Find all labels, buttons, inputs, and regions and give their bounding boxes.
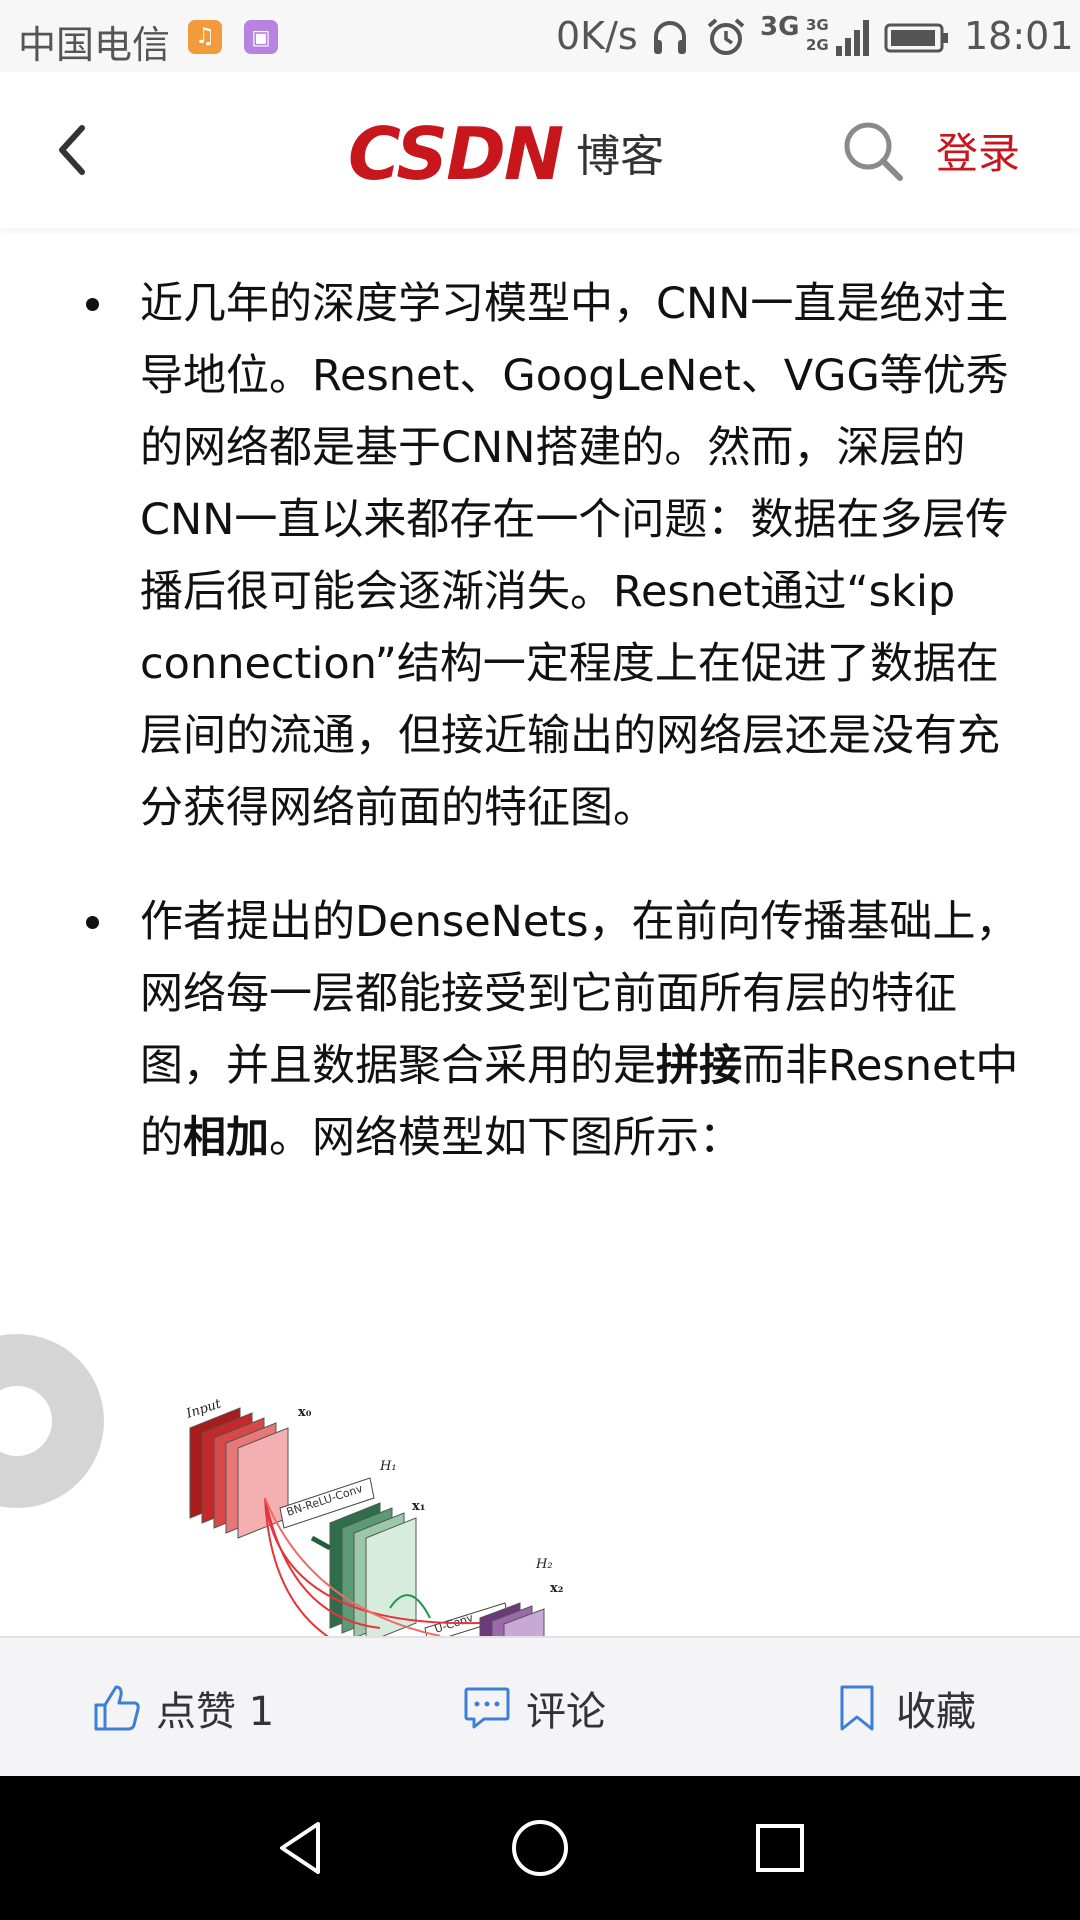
bookmark-icon <box>840 1685 874 1731</box>
network-speed: 0K/s <box>556 14 638 58</box>
h2-label: H₂ <box>535 1557 553 1572</box>
comment-button[interactable]: 评论 <box>462 1678 606 1738</box>
x0-label: x₀ <box>298 1405 312 1420</box>
bullet-dot <box>86 916 99 929</box>
nav-back-icon[interactable] <box>270 1816 334 1880</box>
app-header: CSDN 博客 登录 <box>0 72 1080 228</box>
nav-home-icon[interactable] <box>508 1816 572 1880</box>
comment-label: 评论 <box>526 1689 606 1735</box>
gallery-app-icon: ▣ <box>244 20 278 54</box>
collect-button[interactable]: 收藏 <box>832 1678 976 1738</box>
network-type: 3G <box>760 12 800 42</box>
x1-feature-stack <box>329 1502 417 1636</box>
h1-label: H₁ <box>379 1459 397 1474</box>
back-icon[interactable] <box>48 114 98 186</box>
login-button[interactable]: 登录 <box>936 120 1020 181</box>
logo-suffix: 博客 <box>576 131 665 182</box>
thumbs-up-icon <box>94 1685 140 1731</box>
article-list: 近几年的深度学习模型中，CNN一直是绝对主导地位。Resnet、GoogLeNe… <box>0 268 1080 1216</box>
like-button[interactable]: 点赞 1 <box>92 1678 274 1738</box>
carrier-label: 中国电信 <box>18 23 171 67</box>
headset-icon <box>654 21 686 54</box>
input-feature-stack <box>189 1407 289 1539</box>
bold-term-concat: 拼接 <box>656 1041 742 1091</box>
svg-text:3G: 3G <box>806 16 829 34</box>
collect-label: 收藏 <box>896 1689 976 1735</box>
signal-icon: 3G 2G <box>806 16 869 56</box>
csdn-logo: CSDN 博客 <box>348 116 664 192</box>
search-icon[interactable] <box>840 118 906 184</box>
article-action-bar: 点赞 1 评论 收藏 <box>0 1636 1080 1778</box>
paragraph-text: 近几年的深度学习模型中，CNN一直是绝对主导地位。Resnet、GoogLeNe… <box>140 279 1009 833</box>
svg-text:2G: 2G <box>806 36 829 54</box>
like-label: 点赞 1 <box>156 1689 275 1735</box>
battery-icon <box>884 23 948 53</box>
article-content: 近几年的深度学习模型中，CNN一直是绝对主导地位。Resnet、GoogLeNe… <box>0 228 1080 1636</box>
floating-assist-button[interactable] <box>0 1334 104 1508</box>
music-app-icon: ♫ <box>188 20 222 54</box>
x2-label: x₂ <box>550 1581 563 1596</box>
x1-label: x₁ <box>412 1499 425 1514</box>
list-item: 作者提出的DenseNets，在前向传播基础上，网络每一层都能接受到它前面所有层… <box>0 886 1080 1174</box>
floating-assist-inner <box>0 1386 52 1456</box>
bold-term-add: 相加 <box>183 1113 269 1163</box>
clock: 18:01 <box>964 14 1074 58</box>
paragraph-text-part3: 。网络模型如下图所示： <box>269 1113 742 1163</box>
list-item: 近几年的深度学习模型中，CNN一直是绝对主导地位。Resnet、GoogLeNe… <box>0 268 1080 844</box>
nav-recent-icon[interactable] <box>748 1816 812 1880</box>
status-bar: 中国电信 ♫ ▣ 0K/s 3G 3G 2G 18:01 <box>0 0 1080 72</box>
bullet-dot <box>86 298 99 311</box>
alarm-icon <box>707 18 745 55</box>
system-nav-bar <box>0 1776 1080 1920</box>
densenet-figure: Input x₀ BN-ReLU-Conv H₁ x₁ U-Conv H₂ x₂ <box>184 1396 563 1636</box>
logo-text: CSDN <box>348 112 564 196</box>
comment-icon <box>464 1687 510 1729</box>
